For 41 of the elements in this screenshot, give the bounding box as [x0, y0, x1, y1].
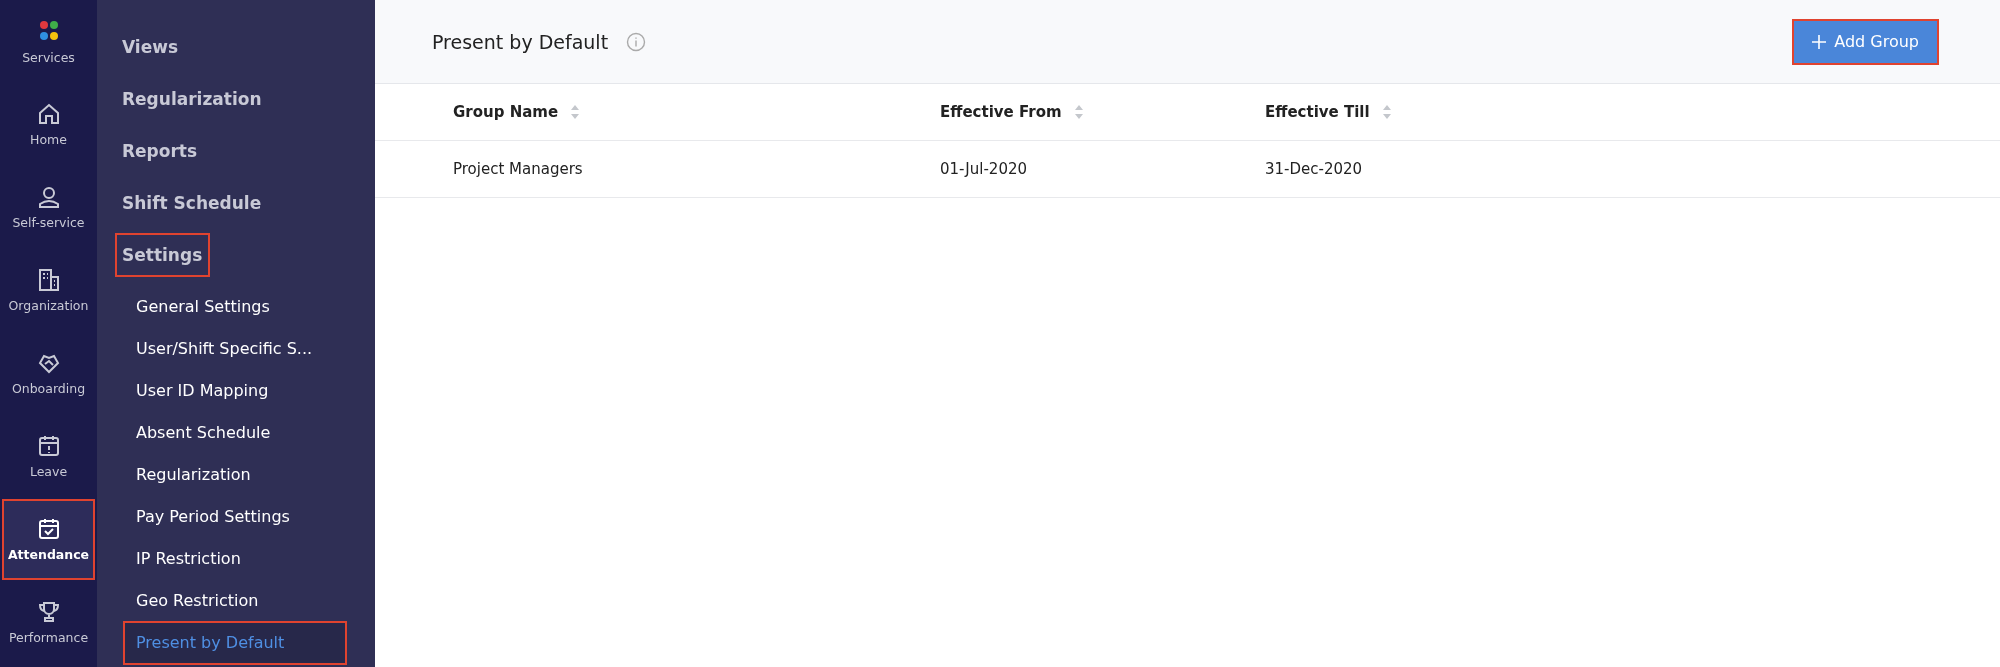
- sidebar-subitem[interactable]: Present by Default: [125, 623, 345, 663]
- person-icon: [36, 185, 61, 209]
- rail-nav-item[interactable]: Self-service: [2, 167, 95, 248]
- sort-icon: [570, 104, 581, 120]
- sidebar-subitem[interactable]: Geo Restriction: [125, 581, 269, 621]
- page-title: Present by Default: [432, 30, 609, 53]
- sidebar-subitem[interactable]: User/Shift Specific S...: [125, 329, 323, 369]
- sidebar-item[interactable]: Views: [117, 27, 185, 67]
- table-cell-text: 01-Jul-2020: [940, 160, 1029, 178]
- calendar-check-icon: [36, 517, 61, 541]
- sidebar-subitem[interactable]: IP Restriction: [125, 539, 251, 579]
- sidebar-subitem[interactable]: User ID Mapping: [125, 371, 279, 411]
- column-header[interactable]: Effective Till: [1265, 103, 1392, 121]
- rail-nav-item[interactable]: Attendance: [2, 499, 95, 580]
- sidebar-subitem[interactable]: Pay Period Settings: [125, 497, 300, 537]
- sidebar-item[interactable]: Settings: [117, 235, 209, 275]
- rail-nav-item[interactable]: Onboarding: [2, 333, 95, 414]
- sort-icon: [1381, 104, 1392, 120]
- building-icon: [36, 268, 61, 292]
- column-header[interactable]: Group Name: [453, 103, 940, 121]
- info-icon: [626, 31, 647, 52]
- sidebar-subitem[interactable]: Absent Schedule: [125, 413, 281, 453]
- column-header[interactable]: Effective From: [940, 103, 1265, 121]
- add-group-button[interactable]: Add Group: [1794, 20, 1937, 63]
- rail-nav-item[interactable]: Leave: [2, 416, 95, 497]
- rail-nav-item[interactable]: Services: [2, 1, 95, 82]
- sidebar-subitem[interactable]: Regularization: [125, 455, 261, 495]
- sidebar-item[interactable]: Regularization: [117, 79, 268, 119]
- sidebar-item[interactable]: Reports: [117, 131, 204, 171]
- sort-icon: [1073, 104, 1084, 120]
- calendar-alert-icon: [36, 434, 61, 458]
- table-cell: 31-Dec-2020: [1265, 160, 1363, 178]
- rail-nav-item[interactable]: Organization: [2, 250, 95, 331]
- home-icon: [36, 102, 61, 126]
- plus-icon: [1812, 34, 1827, 49]
- sidebar-subitem[interactable]: General Settings: [125, 287, 280, 327]
- table-cell-text: Project Managers: [453, 160, 584, 178]
- rail-nav-item[interactable]: Home: [2, 84, 95, 165]
- rail-nav-item[interactable]: Performance: [2, 582, 95, 663]
- sidebar-item[interactable]: Shift Schedule: [117, 183, 268, 223]
- trophy-icon: [36, 600, 61, 624]
